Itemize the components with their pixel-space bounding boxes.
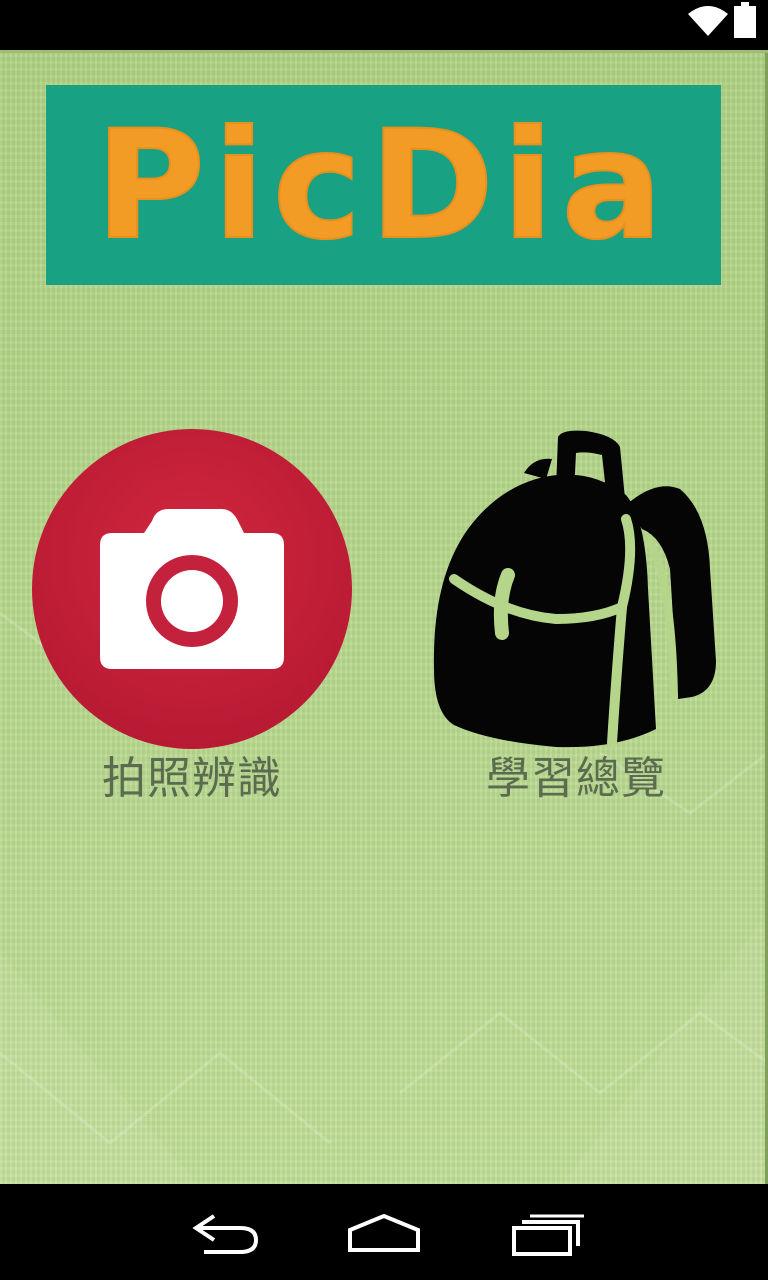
back-icon	[192, 1214, 259, 1254]
screen: PicDia 拍照辨識 學習總覽	[0, 0, 768, 1280]
backpack-icon	[416, 429, 736, 749]
home-button[interactable]	[334, 1202, 434, 1262]
learning-overview-button[interactable]: 學習總覽	[406, 429, 746, 829]
camera-recognition-button[interactable]: 拍照辨識	[22, 429, 362, 829]
logo-text: PicDia	[95, 99, 670, 273]
status-bar	[0, 0, 768, 50]
navigation-bar	[0, 1184, 768, 1280]
back-button[interactable]	[174, 1202, 274, 1262]
camera-recognition-label: 拍照辨識	[102, 753, 282, 804]
battery-icon	[734, 2, 756, 38]
recents-icon	[512, 1214, 584, 1256]
home-icon	[348, 1213, 420, 1252]
camera-icon	[32, 429, 352, 749]
recents-button[interactable]	[496, 1202, 596, 1262]
learning-overview-label: 學習總覽	[486, 753, 666, 804]
app-content: PicDia 拍照辨識 學習總覽	[0, 50, 768, 1184]
wifi-icon	[688, 6, 728, 36]
app-logo: PicDia	[46, 85, 721, 285]
